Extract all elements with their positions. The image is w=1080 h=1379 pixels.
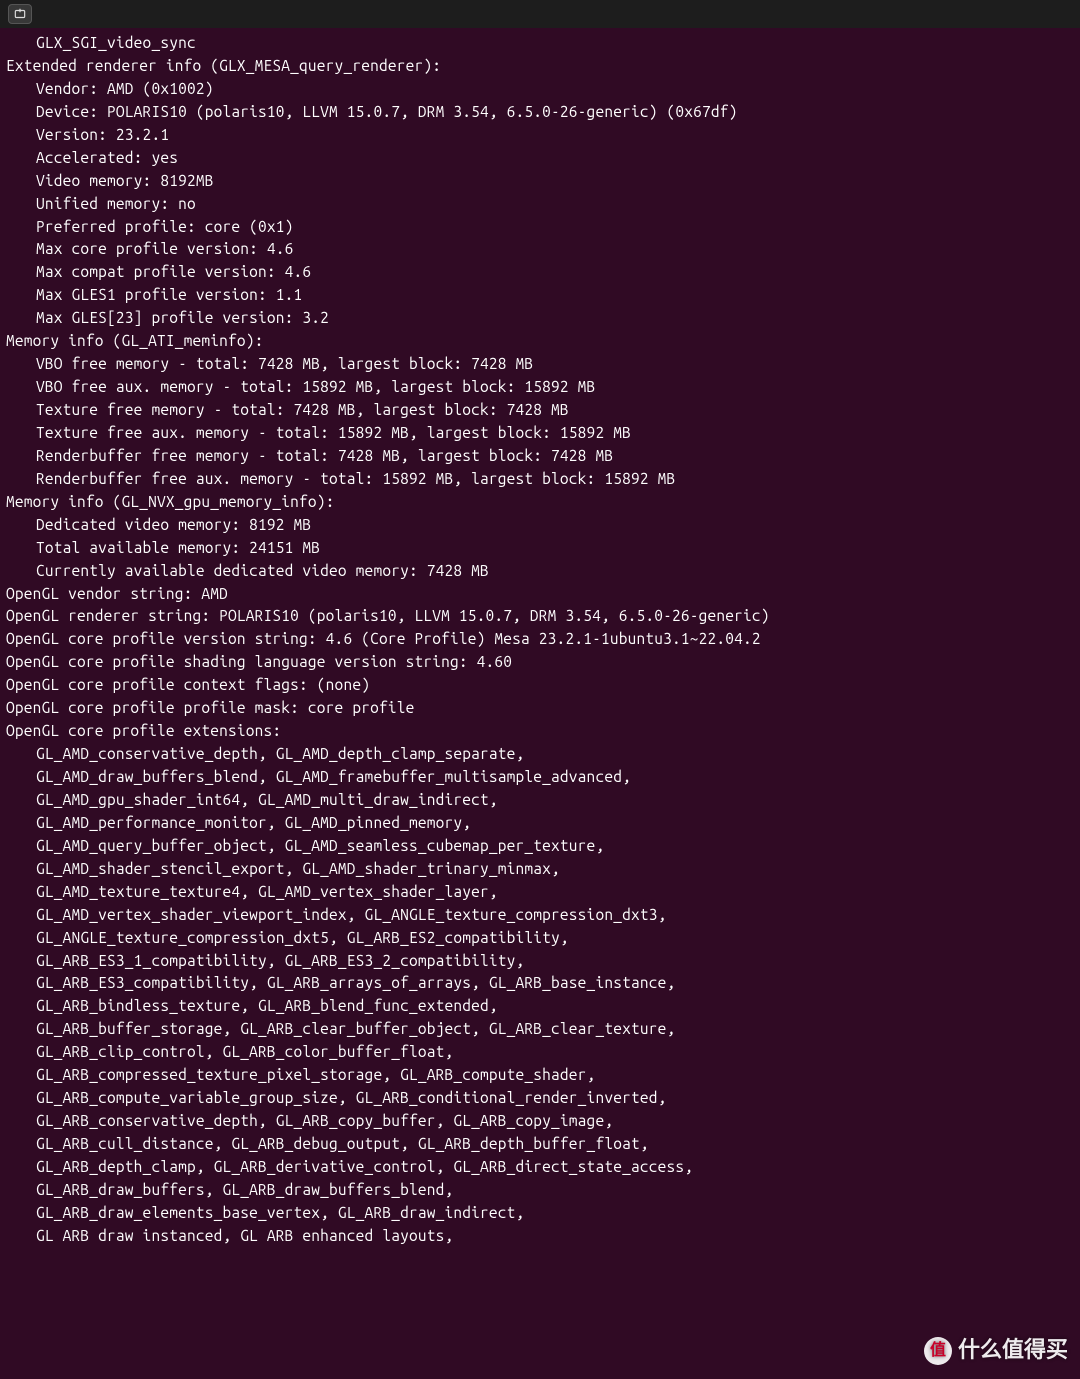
terminal-output[interactable]: GLX_SGI_video_syncExtended renderer info… (0, 28, 1080, 1254)
terminal-line: GL_AMD_texture_texture4, GL_AMD_vertex_s… (6, 881, 1074, 904)
watermark: 值 什么值得买 (924, 1334, 1068, 1367)
terminal-line: GL ARB draw instanced, GL ARB enhanced l… (6, 1225, 1074, 1248)
terminal-line: GL_AMD_draw_buffers_blend, GL_AMD_frameb… (6, 766, 1074, 789)
terminal-line: GL_AMD_gpu_shader_int64, GL_AMD_multi_dr… (6, 789, 1074, 812)
terminal-line: Unified memory: no (6, 193, 1074, 216)
terminal-line: GL_AMD_conservative_depth, GL_AMD_depth_… (6, 743, 1074, 766)
terminal-line: OpenGL core profile shading language ver… (6, 651, 1074, 674)
watermark-badge: 值 (924, 1337, 952, 1365)
terminal-line: Vendor: AMD (0x1002) (6, 78, 1074, 101)
terminal-line: GLX_SGI_video_sync (6, 32, 1074, 55)
terminal-line: OpenGL core profile extensions: (6, 720, 1074, 743)
terminal-line: Dedicated video memory: 8192 MB (6, 514, 1074, 537)
terminal-line: Max GLES1 profile version: 1.1 (6, 284, 1074, 307)
terminal-line: Max core profile version: 4.6 (6, 238, 1074, 261)
watermark-text: 什么值得买 (958, 1334, 1068, 1367)
terminal-line: Currently available dedicated video memo… (6, 560, 1074, 583)
terminal-line: GL_ARB_compressed_texture_pixel_storage,… (6, 1064, 1074, 1087)
terminal-line: OpenGL vendor string: AMD (6, 583, 1074, 606)
terminal-line: OpenGL core profile context flags: (none… (6, 674, 1074, 697)
tab-bar (0, 0, 1080, 28)
terminal-line: GL_ARB_conservative_depth, GL_ARB_copy_b… (6, 1110, 1074, 1133)
terminal-line: GL_AMD_query_buffer_object, GL_AMD_seaml… (6, 835, 1074, 858)
terminal-line: Max compat profile version: 4.6 (6, 261, 1074, 284)
terminal-line: GL_ARB_compute_variable_group_size, GL_A… (6, 1087, 1074, 1110)
terminal-line: Renderbuffer free aux. memory - total: 1… (6, 468, 1074, 491)
terminal-line: GL_ARB_draw_elements_base_vertex, GL_ARB… (6, 1202, 1074, 1225)
terminal-line: OpenGL core profile version string: 4.6 … (6, 628, 1074, 651)
terminal-line: OpenGL renderer string: POLARIS10 (polar… (6, 605, 1074, 628)
terminal-line: GL_ANGLE_texture_compression_dxt5, GL_AR… (6, 927, 1074, 950)
new-tab-icon (13, 7, 27, 21)
terminal-line: Version: 23.2.1 (6, 124, 1074, 147)
terminal-line: Device: POLARIS10 (polaris10, LLVM 15.0.… (6, 101, 1074, 124)
terminal-line: GL_ARB_clip_control, GL_ARB_color_buffer… (6, 1041, 1074, 1064)
terminal-line: GL_ARB_draw_buffers, GL_ARB_draw_buffers… (6, 1179, 1074, 1202)
terminal-line: OpenGL core profile profile mask: core p… (6, 697, 1074, 720)
terminal-line: GL_ARB_depth_clamp, GL_ARB_derivative_co… (6, 1156, 1074, 1179)
terminal-line: Preferred profile: core (0x1) (6, 216, 1074, 239)
terminal-line: GL_AMD_performance_monitor, GL_AMD_pinne… (6, 812, 1074, 835)
terminal-line: Video memory: 8192MB (6, 170, 1074, 193)
terminal-line: Memory info (GL_NVX_gpu_memory_info): (6, 491, 1074, 514)
terminal-line: GL_ARB_bindless_texture, GL_ARB_blend_fu… (6, 995, 1074, 1018)
terminal-line: Texture free aux. memory - total: 15892 … (6, 422, 1074, 445)
terminal-line: GL_AMD_vertex_shader_viewport_index, GL_… (6, 904, 1074, 927)
terminal-line: Renderbuffer free memory - total: 7428 M… (6, 445, 1074, 468)
terminal-line: Memory info (GL_ATI_meminfo): (6, 330, 1074, 353)
terminal-line: GL_ARB_cull_distance, GL_ARB_debug_outpu… (6, 1133, 1074, 1156)
terminal-line: Max GLES[23] profile version: 3.2 (6, 307, 1074, 330)
terminal-line: GL_ARB_buffer_storage, GL_ARB_clear_buff… (6, 1018, 1074, 1041)
terminal-line: GL_AMD_shader_stencil_export, GL_AMD_sha… (6, 858, 1074, 881)
terminal-line: Accelerated: yes (6, 147, 1074, 170)
new-tab-button[interactable] (8, 4, 32, 24)
terminal-line: Texture free memory - total: 7428 MB, la… (6, 399, 1074, 422)
terminal-line: GL_ARB_ES3_compatibility, GL_ARB_arrays_… (6, 972, 1074, 995)
terminal-line: VBO free aux. memory - total: 15892 MB, … (6, 376, 1074, 399)
terminal-line: VBO free memory - total: 7428 MB, larges… (6, 353, 1074, 376)
terminal-line: GL_ARB_ES3_1_compatibility, GL_ARB_ES3_2… (6, 950, 1074, 973)
terminal-line: Extended renderer info (GLX_MESA_query_r… (6, 55, 1074, 78)
terminal-line: Total available memory: 24151 MB (6, 537, 1074, 560)
